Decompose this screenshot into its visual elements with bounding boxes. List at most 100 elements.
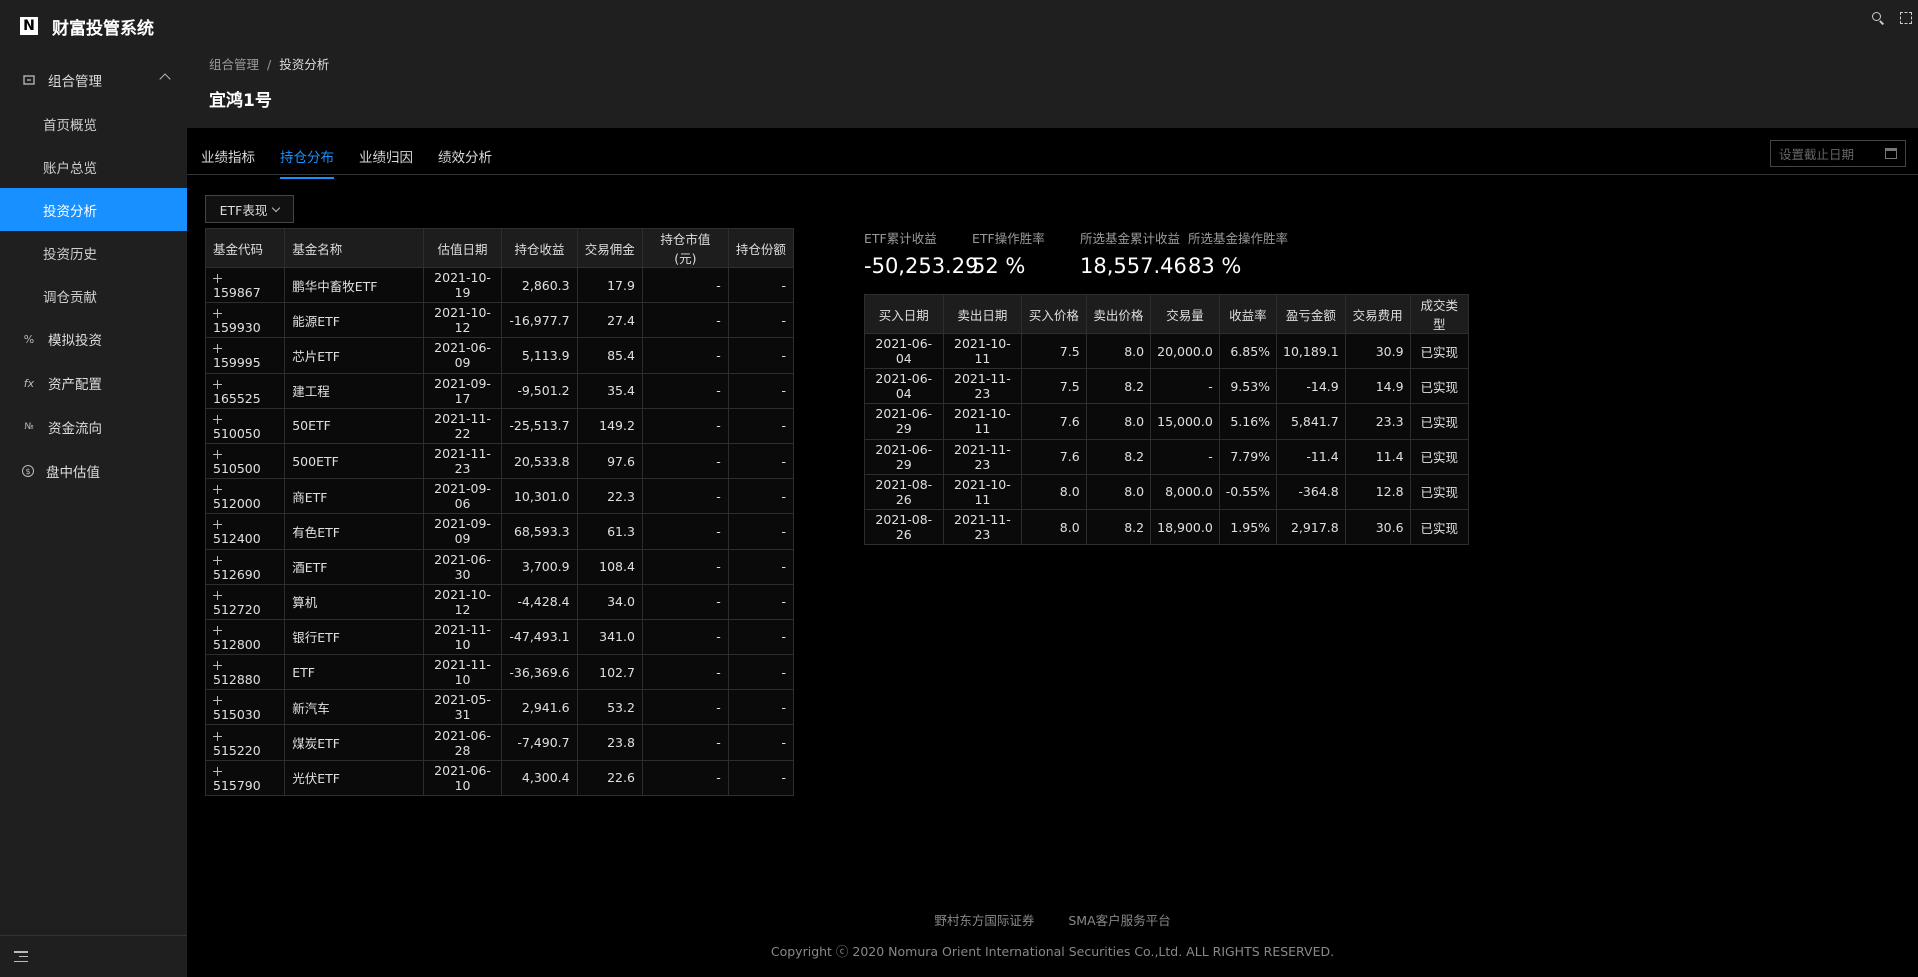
expand-plus-icon[interactable] [213,555,222,565]
column-header[interactable]: 持仓份额 [727,228,795,268]
table-cell: -25,513.7 [501,407,578,444]
sidebar-group-simulation[interactable]: % 模拟投资 [0,317,187,361]
table-row[interactable]: 159867 鹏华中畜牧ETF 2021-10-19 2,860.3 17.9- - [204,266,795,304]
table-cell: - [641,654,729,691]
column-header[interactable]: 卖出价格 [1085,294,1152,334]
app-logo[interactable]: N 财富投管系统 [0,0,187,52]
tab-attribution[interactable]: 业绩归因 [359,146,413,177]
trade-detail-table: 买入日期 卖出日期 买入价格 卖出价格 交易量 收益率 盈亏金额 交易费用 成交… [864,294,1470,546]
table-cell: 8,000.0 [1150,473,1220,510]
table-row[interactable]: 512000 商ETF 2021-09-06 10,301.0 22.3- - [204,478,795,515]
date-picker[interactable]: 设置截止日期 [1770,140,1906,167]
dollar-circle-icon: $ [22,465,34,477]
tab-performance-analysis[interactable]: 绩效分析 [438,146,492,177]
expand-plus-icon[interactable] [213,590,222,600]
column-header[interactable]: 交易量 [1150,294,1220,334]
footer-link-nomura[interactable]: 野村东方国际证券 [934,913,1034,928]
table-cell: 18,900.0 [1150,508,1220,546]
column-header[interactable]: 成交类型 [1409,294,1470,334]
expand-plus-icon[interactable] [213,731,222,741]
stat-value-fund-winrate: 83 % [1188,254,1242,278]
expand-plus-icon[interactable] [213,661,222,671]
table-row[interactable]: 2021-06-04 2021-11-23 7.5 8.2-9.53% -14.9 14.… [864,368,1470,405]
table-row[interactable]: 512800 银行ETF 2021-11-10 -47,493.1 341.0- - [204,618,795,656]
table-row[interactable]: 512690 酒ETF 2021-06-30 3,700.9 108.4- - [204,548,795,585]
table-row[interactable]: 510050 50ETF 2021-11-22 -25,513.7 149.2- - [204,407,795,444]
menu-collapse-icon[interactable] [14,951,28,962]
table-row[interactable]: 512720 算机 2021-10-12 -4,428.4 34.0- - [204,583,795,620]
table-cell: 510050 [204,407,286,444]
table-cell: 2021-10-12 [422,302,503,339]
table-cell: 50ETF [284,407,424,444]
expand-plus-icon[interactable] [213,414,222,424]
table-row[interactable]: 515790 光伏ETF 2021-06-10 4,300.4 22.6- - [204,759,795,796]
table-row[interactable]: 512880 ETF 2021-11-10 -36,369.6 102.7- - [204,654,795,691]
expand-plus-icon[interactable] [213,625,222,635]
expand-plus-icon[interactable] [213,344,222,354]
expand-plus-icon[interactable] [213,309,222,319]
stat-value-etf-winrate: 52 % [972,254,1026,278]
column-header[interactable]: 基金名称 [284,228,424,268]
breadcrumb: 组合管理 / 投资分析 [209,54,329,73]
expand-plus-icon[interactable] [213,379,222,389]
column-header[interactable]: 持仓市值(元) [641,228,729,268]
logo-mark-icon: N [20,17,38,35]
stat-value-etf-return: -50,253.29 [864,254,979,278]
table-row[interactable]: 159995 芯片ETF 2021-06-09 5,113.9 85.4- - [204,337,795,374]
sidebar-group-portfolio[interactable]: 组合管理 [0,58,187,102]
table-cell: - [727,372,795,409]
table-row[interactable]: 2021-06-04 2021-10-11 7.5 8.0 20,000.0 6.85% 1… [864,332,1470,370]
sidebar-item-account[interactable]: 账户总览 [0,145,187,188]
breadcrumb-item-portfolio[interactable]: 组合管理 [209,57,259,72]
table-row[interactable]: 2021-06-29 2021-11-23 7.6 8.2-7.79% -11.4 11.… [864,438,1470,475]
column-header[interactable]: 持仓收益 [501,228,578,268]
column-header[interactable]: 卖出日期 [942,294,1023,334]
table-row[interactable]: 512400 有色ETF 2021-09-09 68,593.3 61.3- - [204,513,795,550]
table-cell: 9.53% [1218,368,1278,405]
table-row[interactable]: 2021-08-26 2021-10-11 8.0 8.0 8,000.0 -0.55% -… [864,473,1470,510]
table-cell: -11.4 [1276,438,1346,475]
sidebar-item-history[interactable]: 投资历史 [0,231,187,274]
column-header[interactable]: 基金代码 [204,228,286,268]
expand-plus-icon[interactable] [213,766,222,776]
footer-link-sma[interactable]: SMA客户服务平台 [1068,913,1170,928]
sidebar-group-cashflow[interactable]: № 资金流向 [0,405,187,449]
table-cell: - [641,372,729,409]
table-row[interactable]: 2021-08-26 2021-11-23 8.0 8.2 18,900.0 1.95% 2… [864,508,1470,546]
sidebar-group-valuation[interactable]: $ 盘中估值 [0,449,187,493]
table-cell: 已实现 [1409,438,1470,475]
expand-plus-icon[interactable] [213,450,222,460]
fund-code: 512720 [213,601,261,617]
fund-code: 512690 [213,566,261,582]
column-header[interactable]: 买入价格 [1021,294,1087,334]
table-row[interactable]: 515220 煤炭ETF 2021-06-28 -7,490.7 23.8- - [204,724,795,761]
column-header[interactable]: 交易佣金 [576,228,643,268]
sidebar-group-allocation[interactable]: fx 资产配置 [0,361,187,405]
sidebar-item-contribution[interactable]: 调仓贡献 [0,274,187,317]
table-row[interactable]: 165525 建工程 2021-09-17 -9,501.2 35.4- - [204,372,795,409]
expand-plus-icon[interactable] [213,520,222,530]
sidebar-item-investment-analysis[interactable]: 投资分析 [0,188,187,231]
column-header[interactable]: 交易费用 [1344,294,1411,334]
expand-plus-icon[interactable] [213,274,222,284]
expand-plus-icon[interactable] [213,485,222,495]
sidebar-footer [0,935,187,977]
fullscreen-icon[interactable] [1900,12,1912,24]
table-row[interactable]: 510500 500ETF 2021-11-23 20,533.8 97.6- - [204,442,795,480]
table-row[interactable]: 2021-06-29 2021-10-11 7.6 8.0 15,000.0 5.16% 5… [864,403,1470,440]
sidebar-group-label: 组合管理 [48,74,102,90]
table-row[interactable]: 515030 新汽车 2021-05-31 2,941.6 53.2- - [204,689,795,726]
column-header[interactable]: 买入日期 [864,294,944,334]
sidebar-item-overview[interactable]: 首页概览 [0,102,187,145]
sidebar: N 财富投管系统 组合管理 首页概览 账户总览 投资分析 投资历史 调仓贡献 %… [0,0,187,977]
tab-performance-metrics[interactable]: 业绩指标 [201,146,255,177]
etf-select-dropdown[interactable]: ETF表现 [205,195,294,223]
table-row[interactable]: 159930 能源ETF 2021-10-12 -16,977.7 27.4- - [204,302,795,339]
search-icon[interactable] [1872,12,1884,24]
expand-plus-icon[interactable] [213,696,222,706]
column-header[interactable]: 收益率 [1218,294,1278,334]
column-header[interactable]: 盈亏金额 [1276,294,1346,334]
column-header[interactable]: 估值日期 [422,228,503,268]
tab-holdings-distribution[interactable]: 持仓分布 [280,146,334,179]
table-cell: - [727,442,795,480]
